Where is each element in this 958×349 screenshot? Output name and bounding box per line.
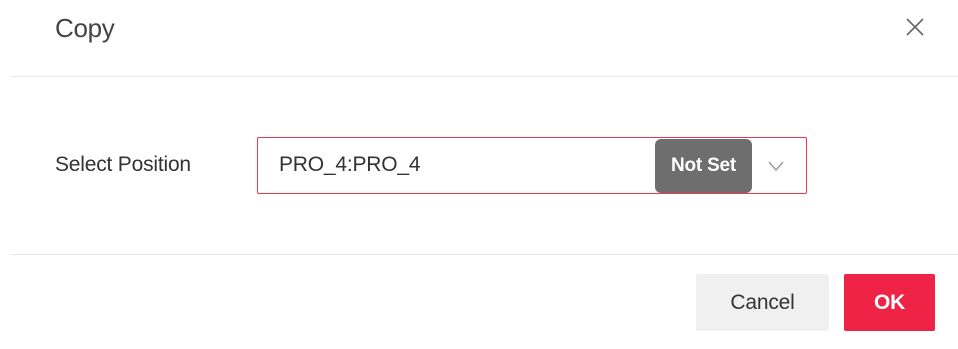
position-select[interactable]: PRO_4:PRO_4 Not Set xyxy=(257,137,807,194)
close-button[interactable] xyxy=(903,15,927,39)
close-icon xyxy=(906,18,924,36)
copy-dialog: Copy Select Position PRO_4:PRO_4 Not Set… xyxy=(0,0,958,349)
chevron-down-icon[interactable] xyxy=(766,156,786,176)
footer-divider xyxy=(10,254,958,255)
select-position-label: Select Position xyxy=(55,153,191,176)
dialog-title: Copy xyxy=(55,13,115,43)
cancel-button[interactable]: Cancel xyxy=(696,274,829,331)
not-set-badge: Not Set xyxy=(655,139,752,193)
position-row: Select Position PRO_4:PRO_4 Not Set xyxy=(0,137,958,194)
position-select-value: PRO_4:PRO_4 xyxy=(279,153,421,176)
ok-button[interactable]: OK xyxy=(844,274,935,331)
dialog-header: Copy xyxy=(10,0,958,77)
